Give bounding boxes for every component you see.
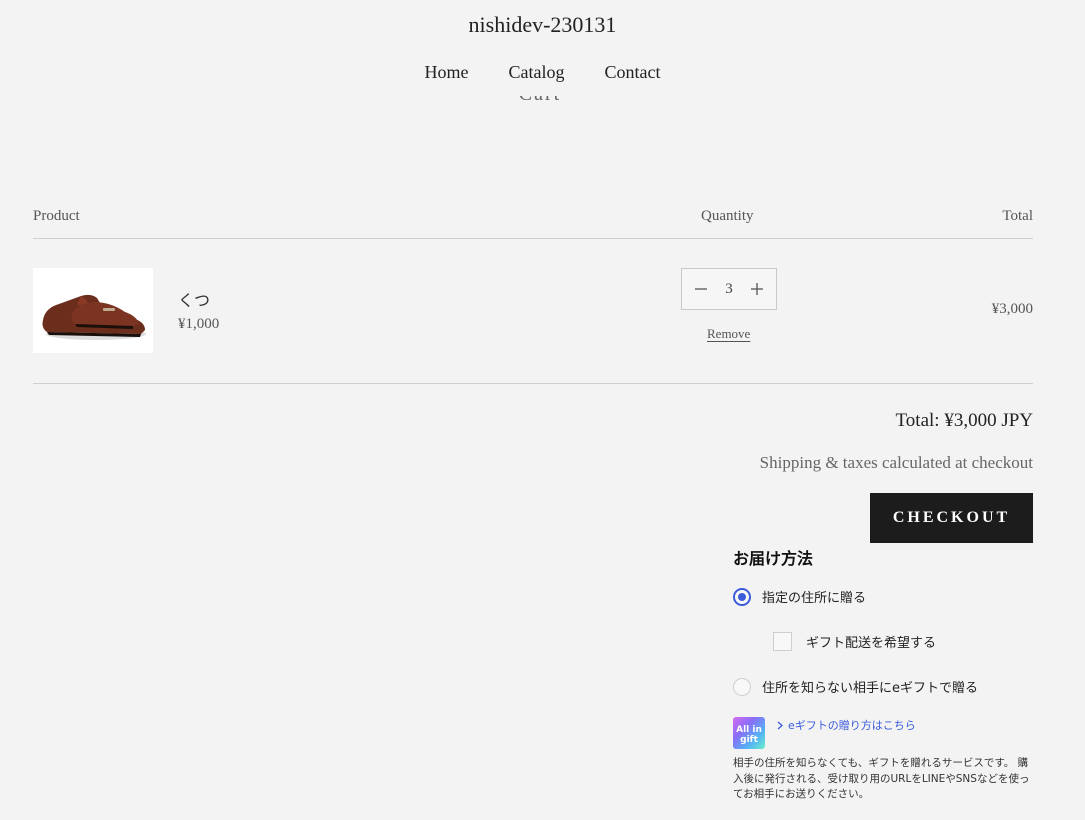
column-quantity: Quantity <box>701 208 754 224</box>
checkout-button[interactable]: CHECKOUT <box>870 493 1033 543</box>
column-total: Total <box>1002 208 1033 224</box>
shipping-note: Shipping & taxes calculated at checkout <box>759 453 1033 472</box>
line-total: ¥3,000 <box>991 301 1033 317</box>
option-gift-shipping-label: ギフト配送を希望する <box>806 636 937 651</box>
product-name[interactable]: くつ <box>178 287 210 311</box>
egift-howto-link[interactable]: eギフトの贈り方はこちら <box>777 717 916 733</box>
option-send-to-address[interactable]: 指定の住所に贈る <box>733 587 866 606</box>
option-egift[interactable]: 住所を知らない相手にeギフトで贈る <box>733 677 978 696</box>
main-nav: Home Catalog Contact <box>0 62 1085 83</box>
cart-table-header: Product Quantity Total <box>33 208 1033 239</box>
remove-link[interactable]: Remove <box>707 326 750 342</box>
nav-home[interactable]: Home <box>425 62 469 83</box>
gift-options-title: お届け方法 <box>733 549 814 568</box>
brown-monk-shoe-image <box>42 294 146 340</box>
option-send-to-address-label: 指定の住所に贈る <box>762 591 867 606</box>
checkbox-gift-shipping[interactable] <box>773 632 792 651</box>
site-title[interactable]: nishidev-230131 <box>0 12 1085 38</box>
egift-description: 相手の住所を知らなくても、ギフトを贈れるサービスです。 購入後に発行される、受け… <box>733 757 1030 800</box>
all-in-gift-logo: All in gift <box>733 717 765 749</box>
nav-catalog[interactable]: Catalog <box>509 62 565 83</box>
gift-options: お届け方法 指定の住所に贈る ギフト配送を希望する 住所を知らない相手にeギフト… <box>733 545 1033 800</box>
nav-contact[interactable]: Contact <box>605 62 661 83</box>
product-price: ¥1,000 <box>178 316 220 332</box>
quantity-stepper: 3 <box>681 268 777 310</box>
cart-item-row: くつ ¥1,000 3 Remove ¥3,000 <box>33 238 1033 384</box>
option-gift-shipping[interactable]: ギフト配送を希望する <box>773 632 936 651</box>
minus-icon[interactable] <box>692 280 710 298</box>
cart-total: Total: ¥3,000 JPY <box>895 410 1033 431</box>
page-heading-partial: Cart <box>495 96 585 106</box>
plus-icon[interactable] <box>748 280 766 298</box>
chevron-right-icon <box>777 720 783 730</box>
option-egift-label: 住所を知らない相手にeギフトで贈る <box>762 681 978 696</box>
radio-send-to-address[interactable] <box>733 587 751 606</box>
product-image[interactable] <box>33 268 153 353</box>
egift-howto-label: eギフトの贈り方はこちら <box>788 719 916 732</box>
quantity-input[interactable]: 3 <box>725 281 733 298</box>
radio-egift[interactable] <box>733 677 751 696</box>
column-product: Product <box>33 208 80 224</box>
